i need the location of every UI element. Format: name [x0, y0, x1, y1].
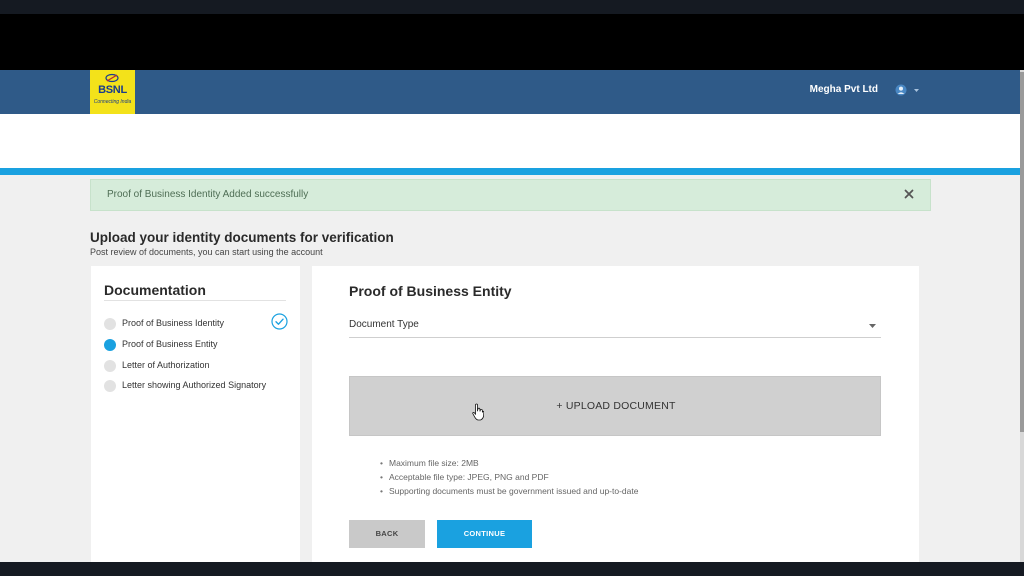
screen-frame-bottom	[0, 562, 1024, 576]
top-navigation-bar: BSNL Connecting India Megha Pvt Ltd	[0, 70, 1020, 114]
upload-document-button[interactable]: + UPLOAD DOCUMENT	[349, 376, 881, 436]
document-upload-panel: Proof of Business Entity Document Type +…	[312, 266, 919, 562]
step-proof-of-business-entity[interactable]: Proof of Business Entity	[104, 338, 288, 352]
company-name: Megha Pvt Ltd	[809, 84, 878, 95]
step-status-dot	[104, 360, 116, 372]
continue-button[interactable]: CONTINUE	[437, 520, 532, 548]
logo-text: BSNL	[98, 84, 127, 96]
form-title: Proof of Business Entity	[349, 283, 512, 299]
page-title: Upload your identity documents for verif…	[90, 230, 394, 245]
list-item: Acceptable file type: JPEG, PNG and PDF	[380, 470, 638, 484]
step-status-dot	[104, 380, 116, 392]
list-item: Supporting documents must be government …	[380, 484, 638, 498]
step-status-dot	[104, 339, 116, 351]
logo-mark-icon	[105, 73, 119, 83]
step-letter-of-authorization[interactable]: Letter of Authorization	[104, 359, 288, 373]
document-type-select[interactable]: Document Type	[349, 316, 881, 338]
back-button[interactable]: BACK	[349, 520, 425, 548]
accent-bar	[0, 168, 1020, 175]
screen-letterbox	[0, 14, 1024, 70]
browser-viewport: BSNL Connecting India Megha Pvt Ltd Proo…	[0, 70, 1024, 562]
document-type-label: Document Type	[349, 319, 419, 330]
step-letter-authorized-signatory[interactable]: Letter showing Authorized Signatory	[104, 379, 288, 393]
upload-label: + UPLOAD DOCUMENT	[556, 400, 676, 412]
step-label: Proof of Business Identity	[122, 318, 225, 328]
caret-down-icon[interactable]	[914, 89, 919, 92]
page-subtitle: Post review of documents, you can start …	[90, 247, 323, 257]
list-item: Maximum file size: 2MB	[380, 456, 638, 470]
step-proof-of-business-identity[interactable]: Proof of Business Identity	[104, 313, 288, 331]
upload-requirements-list: Maximum file size: 2MB Acceptable file t…	[380, 456, 638, 498]
documentation-sidebar: Documentation Proof of Business Identity…	[91, 266, 300, 562]
sidebar-divider	[104, 300, 286, 301]
bsnl-logo[interactable]: BSNL Connecting India	[90, 70, 135, 114]
step-label: Letter showing Authorized Signatory	[122, 380, 267, 390]
alert-message: Proof of Business Identity Added success…	[107, 189, 309, 200]
close-icon[interactable]	[902, 187, 916, 201]
screen-frame-top	[0, 0, 1024, 14]
sub-header	[0, 114, 1020, 168]
check-circle-icon	[271, 313, 288, 330]
logo-tagline: Connecting India	[93, 99, 132, 105]
dropdown-arrow-icon	[869, 324, 876, 328]
step-label: Proof of Business Entity	[122, 339, 218, 349]
step-status-dot	[104, 318, 116, 330]
step-label: Letter of Authorization	[122, 360, 210, 370]
success-alert: Proof of Business Identity Added success…	[90, 179, 931, 211]
page-scrollbar-thumb[interactable]	[1020, 72, 1024, 432]
user-circle-icon[interactable]	[895, 84, 907, 96]
sidebar-title: Documentation	[104, 282, 206, 298]
